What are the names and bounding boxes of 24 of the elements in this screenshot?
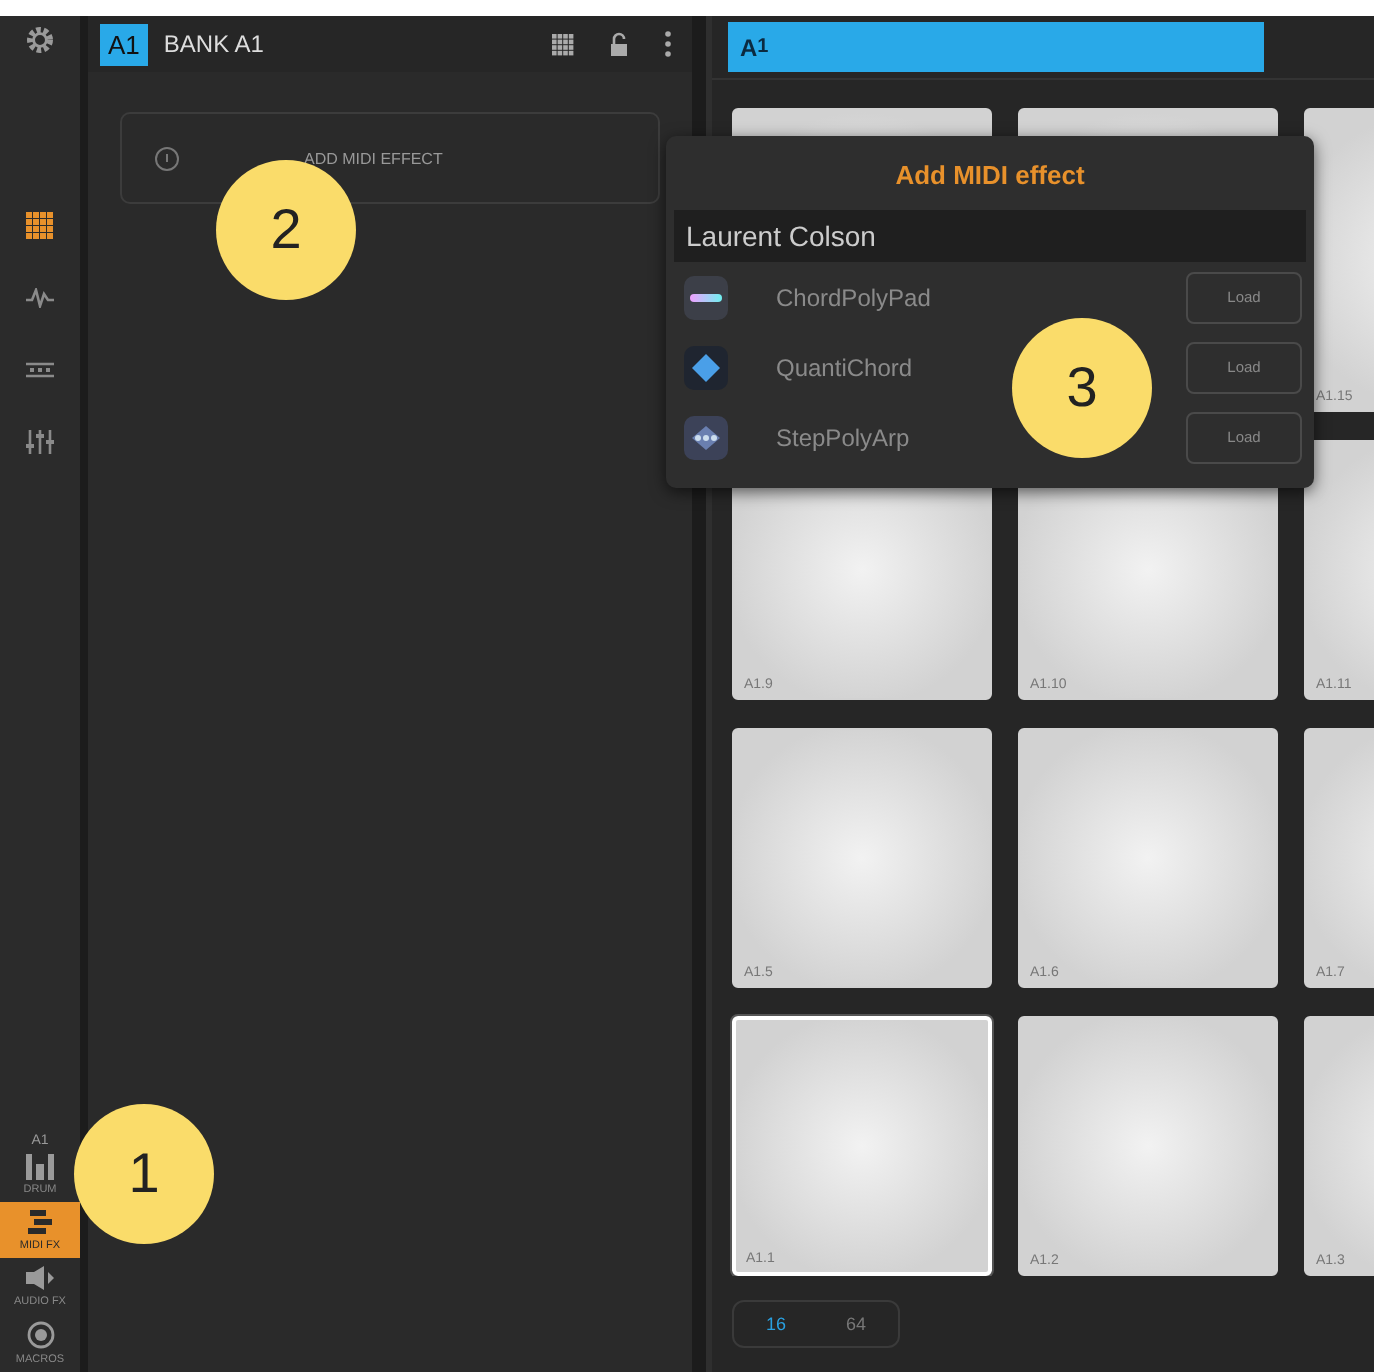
effect-name: ChordPolyPad xyxy=(776,283,933,311)
steps-icon xyxy=(24,360,56,380)
speaker-icon xyxy=(24,1264,56,1292)
grid-icon xyxy=(26,212,54,240)
wave-icon xyxy=(24,288,56,308)
unlocked-icon xyxy=(610,32,628,56)
bank-badge: A1 xyxy=(100,23,148,65)
gradient-bar-icon xyxy=(684,275,728,319)
pad-count-option[interactable]: 64 xyxy=(830,1306,883,1342)
popup-title: Add MIDI effect xyxy=(893,158,1087,194)
effect-name: QuantiChord xyxy=(776,353,915,381)
bank-title: BANK A1 xyxy=(163,30,266,58)
knob-icon xyxy=(25,1320,55,1350)
bars-icon xyxy=(24,1152,56,1180)
menu-icon xyxy=(664,30,672,58)
stack-icon xyxy=(26,1208,54,1236)
circle-icon xyxy=(154,145,180,171)
pad-count-option[interactable]: 16 xyxy=(750,1306,803,1342)
grid-icon xyxy=(552,33,574,55)
settings-icon xyxy=(24,23,56,55)
dots-icon xyxy=(684,415,728,459)
vendor-header: Laurent Colson xyxy=(674,210,1306,262)
add-midi-effect-button[interactable]: ADD MIDI EFFECT xyxy=(120,112,660,204)
mixer-icon xyxy=(26,428,54,456)
